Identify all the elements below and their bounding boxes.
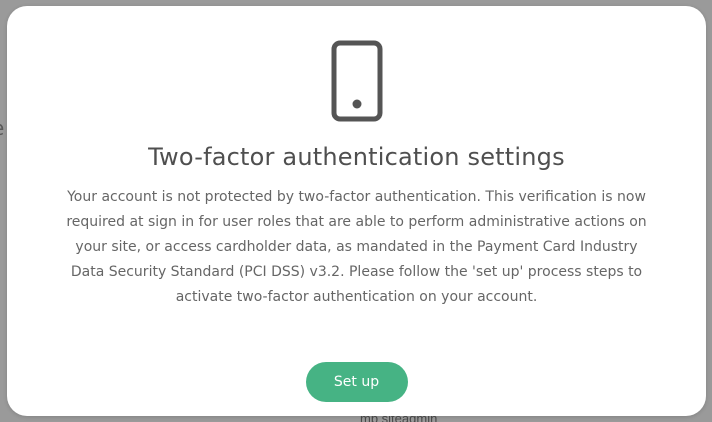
set-up-button[interactable]: Set up <box>305 362 408 402</box>
modal-title: Two-factor authentication settings <box>148 143 565 171</box>
modal-description: Your account is not protected by two-fac… <box>66 189 647 305</box>
mobile-phone-icon <box>331 40 382 122</box>
two-factor-modal: Two-factor authentication settings Your … <box>7 6 706 416</box>
background-partial-text: e <box>0 116 4 140</box>
